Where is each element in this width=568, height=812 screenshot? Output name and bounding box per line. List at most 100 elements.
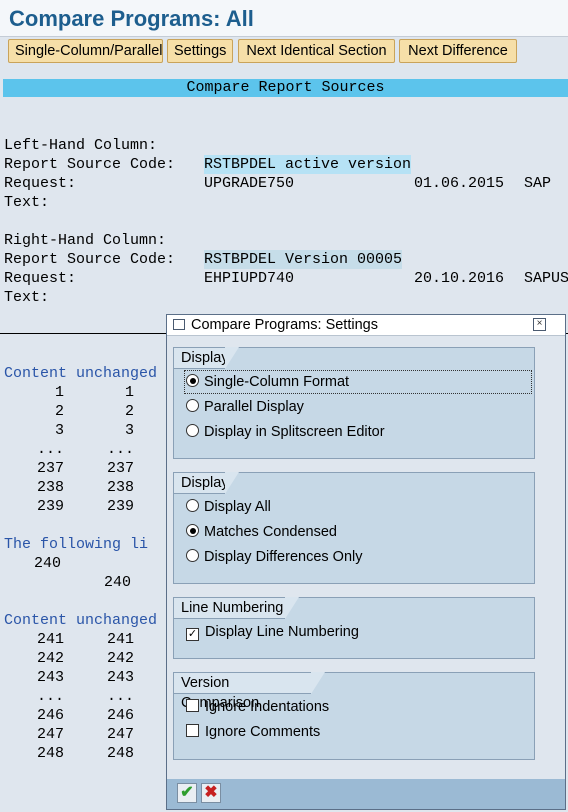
right-request-user: SAPUS (524, 270, 568, 287)
group-label-version-comparison: Version Comparison (173, 672, 325, 711)
checkbox-icon (186, 724, 199, 737)
line-number-left: 246 (36, 707, 64, 724)
line-number-left: ... (36, 688, 64, 705)
line-number-right: 248 (106, 745, 134, 762)
settings-button[interactable]: Settings (167, 39, 233, 63)
radio-matches-condensed[interactable]: Matches Condensed (186, 522, 337, 542)
checkbox-display-line-numbering[interactable]: ✓ Display Line Numbering (186, 622, 359, 642)
line-number-left: 237 (36, 460, 64, 477)
line-number-left: 247 (36, 726, 64, 743)
changed-line-right: 240 (104, 574, 132, 591)
radio-icon (186, 499, 199, 512)
line-number-left: 241 (36, 631, 64, 648)
left-source-label: Report Source Code: (4, 156, 176, 173)
line-number-right: 247 (106, 726, 134, 743)
checkmark-icon: ✔ (180, 784, 194, 801)
line-number-left: 248 (36, 745, 64, 762)
line-number-right: 3 (124, 422, 134, 439)
dialog-footer: ✔ ✖ (167, 779, 565, 809)
window-icon (173, 319, 185, 330)
group-version-comparison: Version Comparison Ignore Indentations I… (173, 672, 535, 760)
checkbox-label: Display Line Numbering (205, 624, 359, 640)
radio-selected-icon (186, 374, 199, 387)
radio-parallel-display[interactable]: Parallel Display (186, 397, 304, 417)
line-number-left: ... (36, 441, 64, 458)
line-number-left: 242 (36, 650, 64, 667)
radio-differences-only[interactable]: Display Differences Only (186, 547, 363, 567)
line-number-left: 3 (54, 422, 64, 439)
radio-label: Single-Column Format (204, 374, 350, 390)
group-label-display-mode: Display (173, 472, 239, 494)
settings-dialog: Compare Programs: Settings × Display Sin… (166, 314, 566, 810)
right-column-heading: Right-Hand Column: (4, 232, 167, 249)
page-title: Compare Programs: All (9, 6, 254, 31)
radio-label: Display Differences Only (204, 549, 363, 565)
cancel-button[interactable]: ✖ (201, 783, 221, 803)
radio-display-all[interactable]: Display All (186, 497, 271, 517)
line-number-right: 238 (106, 479, 134, 496)
section-heading-unchanged-2: Content unchanged (4, 612, 158, 629)
right-text-label: Text: (4, 289, 50, 306)
left-source-value: RSTBPDEL active version (204, 155, 412, 174)
group-display-format: Display Single-Column Format Parallel Di… (173, 347, 535, 459)
dialog-title: Compare Programs: Settings (191, 317, 378, 333)
ok-button[interactable]: ✔ (177, 783, 197, 803)
line-number-right: 241 (106, 631, 134, 648)
checkbox-label: Ignore Indentations (205, 699, 330, 715)
radio-selected-icon (186, 524, 199, 537)
radio-icon (186, 399, 199, 412)
radio-label: Display All (204, 499, 271, 515)
checkbox-checked-icon: ✓ (186, 628, 199, 641)
radio-icon (186, 549, 199, 562)
application-toolbar: Single-Column/Parallel Settings Next Ide… (0, 37, 568, 67)
title-bar: Compare Programs: All (0, 0, 568, 37)
line-number-right: ... (106, 441, 134, 458)
report-banner: Compare Report Sources (3, 79, 568, 97)
next-identical-section-button[interactable]: Next Identical Section (238, 39, 395, 63)
checkbox-ignore-indentations[interactable]: Ignore Indentations (186, 697, 329, 717)
next-difference-button[interactable]: Next Difference (399, 39, 517, 63)
left-request-value: UPGRADE750 (204, 175, 295, 192)
close-icon[interactable]: × (533, 318, 546, 331)
right-source-label: Report Source Code: (4, 251, 176, 268)
left-request-date: 01.06.2015 (414, 175, 505, 192)
line-number-right: 1 (124, 384, 134, 401)
radio-single-column[interactable]: Single-Column Format (184, 370, 532, 394)
left-request-user: SAP (524, 175, 552, 192)
line-number-right: 242 (106, 650, 134, 667)
line-number-right: 243 (106, 669, 134, 686)
dialog-title-bar: Compare Programs: Settings × (167, 315, 565, 336)
line-number-right: ... (106, 688, 134, 705)
right-request-date: 20.10.2016 (414, 270, 505, 287)
line-number-left: 243 (36, 669, 64, 686)
checkbox-icon (186, 699, 199, 712)
group-label-display-format: Display (173, 347, 239, 369)
radio-label: Display in Splitscreen Editor (204, 424, 385, 440)
line-number-right: 239 (106, 498, 134, 515)
section-heading-unchanged: Content unchanged (4, 365, 158, 382)
checkbox-label: Ignore Comments (205, 724, 321, 740)
left-request-label: Request: (4, 175, 77, 192)
radio-label: Matches Condensed (204, 524, 337, 540)
radio-splitscreen-editor[interactable]: Display in Splitscreen Editor (186, 422, 385, 442)
right-request-label: Request: (4, 270, 77, 287)
line-number-left: 238 (36, 479, 64, 496)
cancel-x-icon: ✖ (204, 784, 218, 801)
line-number-left: 1 (54, 384, 64, 401)
group-label-line-numbering: Line Numbering (173, 597, 299, 619)
line-number-left: 2 (54, 403, 64, 420)
radio-icon (186, 424, 199, 437)
line-number-right: 237 (106, 460, 134, 477)
checkbox-ignore-comments[interactable]: Ignore Comments (186, 722, 320, 742)
line-number-left: 239 (36, 498, 64, 515)
right-source-value: RSTBPDEL Version 00005 (204, 250, 403, 269)
right-request-value: EHPIUPD740 (204, 270, 295, 287)
group-display-mode: Display Display All Matches Condensed Di… (173, 472, 535, 584)
left-text-label: Text: (4, 194, 50, 211)
line-number-right: 2 (124, 403, 134, 420)
single-column-parallel-button[interactable]: Single-Column/Parallel (8, 39, 163, 63)
line-number-right: 246 (106, 707, 134, 724)
section-heading-changed: The following li (4, 536, 149, 553)
left-column-heading: Left-Hand Column: (4, 137, 158, 154)
changed-line-left: 240 (34, 555, 62, 572)
